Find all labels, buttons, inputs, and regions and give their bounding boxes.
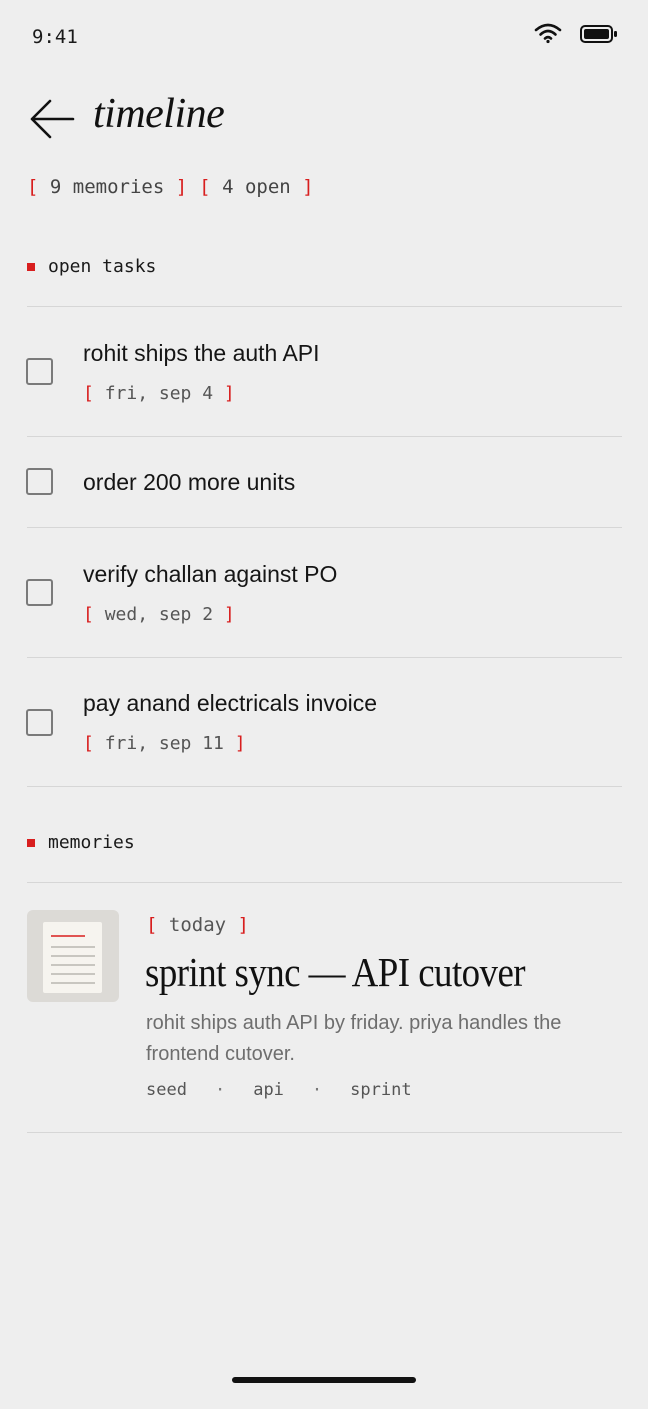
battery-icon [580,25,617,43]
open-tasks-heading-label: open tasks [48,256,157,277]
divider [27,882,622,883]
home-indicator[interactable] [232,1377,416,1383]
status-bar: 9:41 [0,0,648,70]
task-due-date: [ fri, sep 4 ] [83,383,235,404]
status-time: 9:41 [32,26,78,48]
divider [27,1132,622,1133]
open-count: 4 open [222,176,291,198]
task-checkbox[interactable] [26,358,53,385]
task-item[interactable]: rohit ships the auth API [ fri, sep 4 ] [0,307,648,436]
memory-card[interactable]: [ today ] sprint sync — API cutover rohi… [0,884,648,1132]
memory-tag[interactable]: api [253,1080,284,1100]
header: timeline [0,88,648,148]
task-checkbox[interactable] [26,709,53,736]
task-title: pay anand electricals invoice [83,690,378,716]
section-marker [27,262,35,271]
memory-tags: seed · api · sprint [146,1080,412,1100]
divider [27,786,622,787]
section-marker [27,838,35,847]
open-tasks-heading: open tasks [27,256,156,277]
task-title: order 200 more units [83,469,296,495]
memories-count-chip: [ 9 memories ] [27,176,188,198]
memories-heading: memories [27,832,135,853]
tag-separator: · [311,1080,323,1100]
arrow-left-icon [30,99,75,139]
memory-tag[interactable]: sprint [350,1080,411,1100]
memory-title: sprint sync — API cutover [145,949,526,995]
page-title: timeline [93,91,225,137]
memories-count: 9 memories [49,176,165,198]
wifi-icon [534,23,562,44]
tag-separator: · [214,1080,226,1100]
task-checkbox[interactable] [26,468,53,495]
task-checkbox[interactable] [26,579,53,606]
memory-date: [ today ] [146,914,249,936]
back-button[interactable] [26,94,78,144]
task-item[interactable]: verify challan against PO [ wed, sep 2 ] [0,528,648,657]
task-item[interactable]: pay anand electricals invoice [ fri, sep… [0,658,648,786]
summary-counts: [ 9 memories ] [ 4 open ] [27,176,326,198]
task-title: rohit ships the auth API [83,340,320,366]
open-count-chip: [ 4 open ] [199,176,314,198]
task-title: verify challan against PO [83,561,338,587]
document-icon [27,910,119,1002]
task-item[interactable]: order 200 more units [0,437,648,527]
memories-heading-label: memories [48,832,135,853]
task-due-date: [ fri, sep 11 ] [83,733,246,754]
memory-summary: rohit ships auth API by friday. priya ha… [146,1012,562,1065]
task-due-date: [ wed, sep 2 ] [83,604,235,625]
memory-tag[interactable]: seed [146,1080,187,1100]
